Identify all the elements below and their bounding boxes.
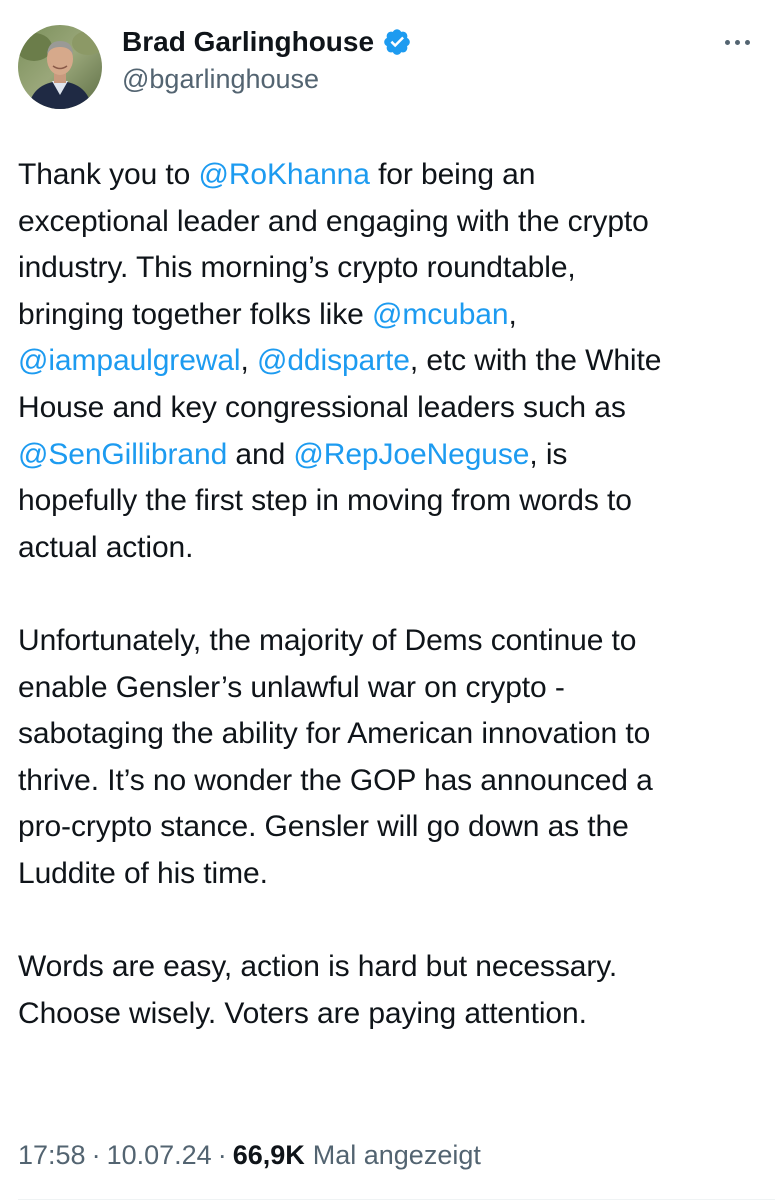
tweet-line: bringing together folks like @mcuban, [18, 292, 758, 339]
tweet-text-segment: actual action. [18, 530, 194, 564]
tweet-text-segment: , is [529, 437, 568, 471]
tweet-line: pro-crypto stance. Gensler will go down … [18, 804, 758, 851]
tweet-paragraph: Thank you to @RoKhanna for being an excep… [18, 152, 758, 571]
tweet-text-segment: sabotaging the ability for American inno… [18, 717, 651, 751]
tweet-line: exceptional leader and engaging with the… [18, 199, 758, 246]
views-count[interactable]: 66,9K [233, 1140, 305, 1171]
tweet-paragraph: Words are easy, action is hard but neces… [18, 944, 758, 1037]
avatar-image [18, 25, 102, 109]
mention-link[interactable]: @RepJoeNeguse [293, 438, 529, 471]
tweet-text-segment: , etc with the White [409, 344, 662, 378]
display-name[interactable]: Brad Garlinghouse [122, 26, 374, 58]
tweet-text-segment: exceptional leader and engaging with the… [18, 204, 649, 238]
tweet-text-segment: for being an [369, 158, 536, 191]
tweet-text-segment: Luddite of his time. [18, 856, 268, 890]
tweet-line: Luddite of his time. [18, 851, 758, 898]
author-handle[interactable]: @bgarlinghouse [122, 64, 319, 95]
tweet-paragraph: Unfortunately, the majority of Dems cont… [18, 618, 758, 898]
tweet-line: thrive. It’s no wonder the GOP has annou… [18, 758, 758, 805]
views-label: Mal angezeigt [312, 1140, 481, 1170]
mention-link[interactable]: @ddisparte [257, 344, 410, 377]
tweet-line: Unfortunately, the majority of Dems cont… [18, 618, 758, 665]
verified-badge-icon[interactable] [382, 27, 412, 57]
tweet-text: Thank you to @RoKhanna for being an excep… [18, 152, 758, 1037]
tweet-line: industry. This morning’s crypto roundtab… [18, 245, 758, 292]
tweet-text-segment: Choose wisely. Voters are paying attenti… [18, 996, 587, 1030]
tweet-line: actual action. [18, 525, 758, 572]
tweet-text-segment: industry. This morning’s crypto roundtab… [18, 251, 576, 285]
tweet-text-segment: and [227, 437, 294, 471]
tweet-text-segment: Thank you to [18, 158, 199, 191]
meta-separator: · [91, 1140, 101, 1170]
tweet-line: Thank you to @RoKhanna for being an [18, 152, 758, 199]
more-options-icon[interactable] [717, 30, 757, 54]
tweet-header: Brad Garlinghouse @bgarlinghouse [0, 0, 775, 120]
tweet-text-segment: , [240, 344, 257, 378]
tweet-text-segment: hopefully the first step in moving from … [18, 484, 632, 518]
tweet-text-segment: Unfortunately, the majority of Dems cont… [18, 623, 637, 657]
tweet-text-segment: , [508, 297, 517, 331]
tweet-line: hopefully the first step in moving from … [18, 478, 758, 525]
mention-link[interactable]: @RoKhanna [198, 158, 369, 191]
meta-separator: · [217, 1140, 227, 1170]
tweet-line: @iampaulgrewal, @ddisparte, etc with the… [18, 338, 758, 385]
tweet-line: @SenGillibrand and @RepJoeNeguse, is [18, 432, 758, 479]
tweet-line: House and key congressional leaders such… [18, 385, 758, 432]
tweet-line: sabotaging the ability for American inno… [18, 711, 758, 758]
tweet-text-segment: thrive. It’s no wonder the GOP has annou… [18, 763, 653, 797]
mention-link[interactable]: @SenGillibrand [18, 438, 227, 471]
name-row: Brad Garlinghouse [122, 26, 412, 58]
tweet-text-segment: bringing together folks like [18, 297, 372, 331]
avatar[interactable] [18, 25, 102, 109]
tweet-text-segment: pro-crypto stance. Gensler will go down … [18, 810, 629, 844]
tweet-line: Words are easy, action is hard but neces… [18, 944, 758, 991]
mention-link[interactable]: @mcuban [372, 298, 509, 331]
tweet-line: enable Gensler’s unlawful war on crypto … [18, 665, 758, 712]
tweet-text-segment: House and key congressional leaders such… [18, 390, 626, 424]
mention-link[interactable]: @iampaulgrewal [18, 344, 241, 377]
tweet-meta: 17:58 · 10.07.24 · 66,9K Mal angezeigt [18, 1140, 481, 1171]
tweet-text-segment: enable Gensler’s unlawful war on crypto … [18, 670, 565, 704]
tweet-text-segment: Words are easy, action is hard but neces… [18, 950, 618, 984]
tweet-date[interactable]: 10.07.24 [107, 1140, 212, 1171]
tweet-line: Choose wisely. Voters are paying attenti… [18, 991, 758, 1038]
tweet-time[interactable]: 17:58 [18, 1140, 86, 1171]
